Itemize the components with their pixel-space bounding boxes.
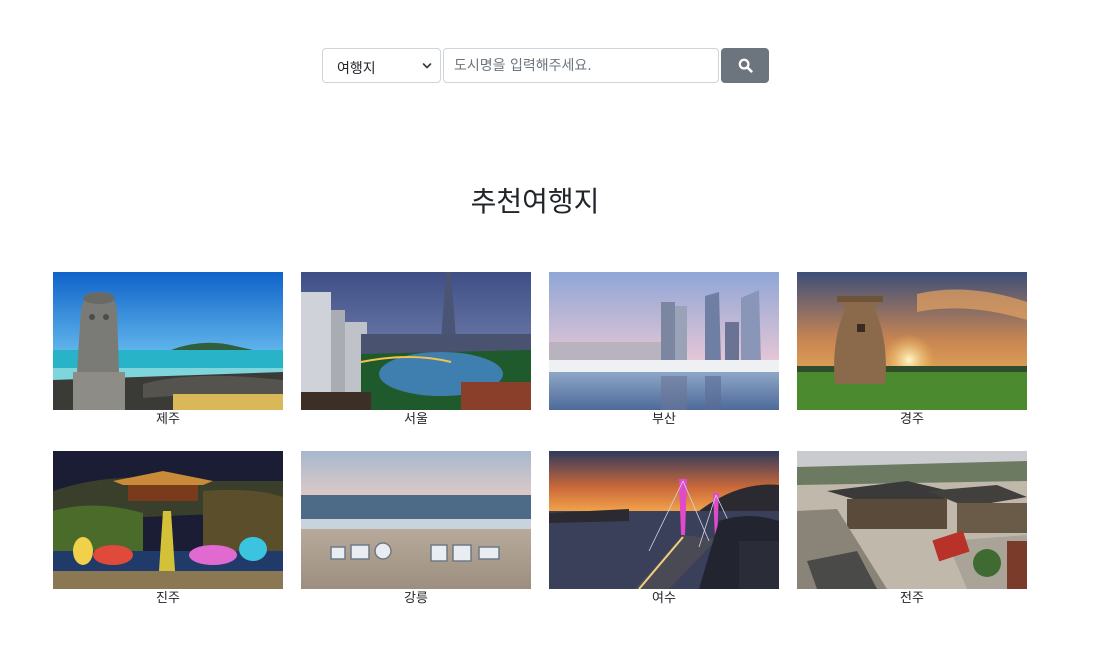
destination-caption: 제주 — [156, 412, 180, 427]
search-input[interactable] — [443, 48, 719, 83]
destination-image-jeonju — [797, 451, 1027, 589]
destination-caption: 전주 — [900, 591, 924, 606]
destination-card-jinju[interactable]: 진주 — [53, 451, 283, 608]
destination-image-gyeongju — [797, 272, 1027, 410]
section-title: 추천여행지 — [470, 185, 600, 218]
destination-caption: 경주 — [900, 412, 924, 427]
destination-image-jinju — [53, 451, 283, 589]
destination-image-gangneung — [301, 451, 531, 589]
destination-caption: 강릉 — [404, 591, 428, 606]
category-select[interactable]: 여행지 — [322, 48, 441, 83]
chevron-down-icon — [422, 63, 432, 69]
destination-image-yeosu — [549, 451, 779, 589]
search-icon — [738, 58, 753, 73]
destination-caption: 서울 — [404, 412, 428, 427]
search-button[interactable] — [721, 48, 769, 83]
search-bar: 여행지 — [322, 48, 769, 83]
destination-card-gyeongju[interactable]: 경주 — [797, 272, 1027, 429]
destination-image-jeju — [53, 272, 283, 410]
destination-card-yeosu[interactable]: 여수 — [549, 451, 779, 608]
destination-card-seoul[interactable]: 서울 — [301, 272, 531, 429]
destination-image-seoul — [301, 272, 531, 410]
destination-caption: 여수 — [652, 591, 676, 606]
category-select-value: 여행지 — [337, 61, 376, 77]
destination-card-jeonju[interactable]: 전주 — [797, 451, 1027, 608]
destination-card-jeju[interactable]: 제주 — [53, 272, 283, 429]
destination-card-busan[interactable]: 부산 — [549, 272, 779, 429]
destination-caption: 부산 — [652, 412, 676, 427]
destination-card-gangneung[interactable]: 강릉 — [301, 451, 531, 608]
destination-caption: 진주 — [156, 591, 180, 606]
destination-image-busan — [549, 272, 779, 410]
